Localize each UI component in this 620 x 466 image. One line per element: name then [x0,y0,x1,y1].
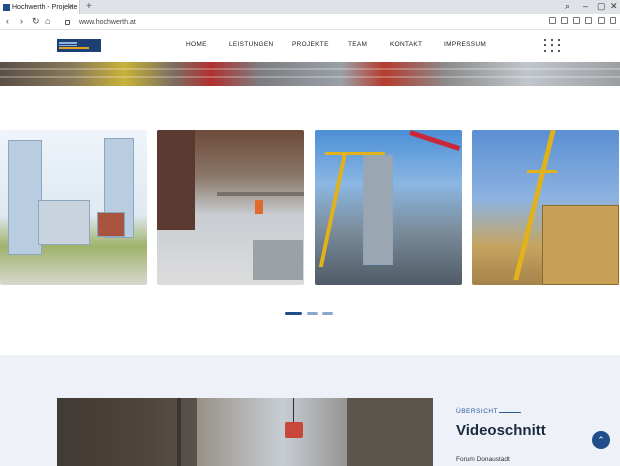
gallery-page-1[interactable] [285,312,302,315]
pipe-stack [253,240,303,280]
nav-kontakt[interactable]: KONTAKT [390,41,422,48]
send-icon[interactable] [573,17,580,24]
overview-section: ÜBERSICHT Videoschnitt Forum Donaustadt [0,355,620,466]
scroll-top-button[interactable]: ⌃ [592,431,610,449]
section-title: Videoschnitt [456,422,546,439]
kicker-divider [499,412,521,413]
hero-banner-image [0,62,620,86]
nav-projekte[interactable]: PROJEKTE [292,41,329,48]
beam [217,192,304,196]
crane-jib [325,152,385,155]
browser-tabbar: Hochwerth - Projekte × + ⌕ – ▢ ✕ [0,0,620,14]
browser-tab[interactable]: Hochwerth - Projekte [0,0,80,14]
new-tab-button[interactable]: + [86,0,92,13]
concrete-wall [347,398,433,466]
concrete-bucket [285,422,303,438]
minimize-button[interactable]: – [583,0,588,13]
logo-mark [59,47,89,49]
favicon-icon [3,3,10,11]
scaffold-pole [177,398,181,466]
back-button[interactable]: ‹ [6,14,9,29]
heart-icon[interactable] [585,17,592,24]
extension-icon[interactable] [561,17,568,24]
lock-icon [65,19,70,25]
scaffold-frame [57,398,197,466]
browser-toolbar: ‹ › ↻ ⌂ www.hochwerth.at [0,14,620,30]
menu-icon[interactable] [610,17,616,24]
gallery-image-crane-scaffold[interactable] [472,130,619,285]
logo-mark [59,44,77,47]
crane-jib [527,170,557,173]
gallery-image-formwork[interactable] [157,130,304,285]
chevron-up-icon: ⌃ [597,434,605,445]
gallery-page-3[interactable] [322,312,333,315]
reader-icon[interactable] [549,17,556,24]
close-window-button[interactable]: ✕ [610,0,618,13]
address-bar[interactable]: www.hochwerth.at [62,16,542,28]
gallery-image-high-rise[interactable] [0,130,147,285]
tower-shape [8,140,42,255]
section-kicker: ÜBERSICHT [456,408,499,415]
scaffold-block [542,205,619,285]
project-name: Forum Donaustadt [456,456,510,463]
site-header: HOME LEISTUNGEN PROJEKTE TEAM KONTAKT IM… [0,30,620,62]
crane-jib-red [409,130,461,151]
nav-leistungen[interactable]: LEISTUNGEN [229,41,274,48]
logo-mark [59,42,77,44]
tower-shape [38,200,90,245]
search-icon[interactable]: ⌕ [565,0,570,13]
download-icon[interactable] [598,17,605,24]
reload-button[interactable]: ↻ [32,14,40,29]
video-thumbnail[interactable] [57,398,433,466]
banner-detail [0,68,620,70]
forward-button[interactable]: › [20,14,23,29]
gallery-image-crane-tower[interactable] [315,130,462,285]
tower-shape [363,155,393,265]
gallery-page-2[interactable] [307,312,318,315]
worker [255,200,263,214]
nav-home[interactable]: HOME [186,41,207,48]
tab-close-icon[interactable]: × [69,0,74,14]
site-logo[interactable] [57,39,101,52]
formwork-wall [157,130,195,230]
url-text: www.hochwerth.at [79,18,136,26]
home-button[interactable]: ⌂ [45,14,50,29]
nav-team[interactable]: TEAM [348,41,367,48]
grid-menu-icon[interactable] [544,39,560,53]
crane-mast [318,152,348,267]
tab-title: Hochwerth - Projekte [12,3,78,11]
tower-shape [97,212,125,237]
crane-cable [293,398,294,422]
maximize-button[interactable]: ▢ [597,0,606,13]
nav-impressum[interactable]: IMPRESSUM [444,41,486,48]
banner-detail [0,76,620,78]
